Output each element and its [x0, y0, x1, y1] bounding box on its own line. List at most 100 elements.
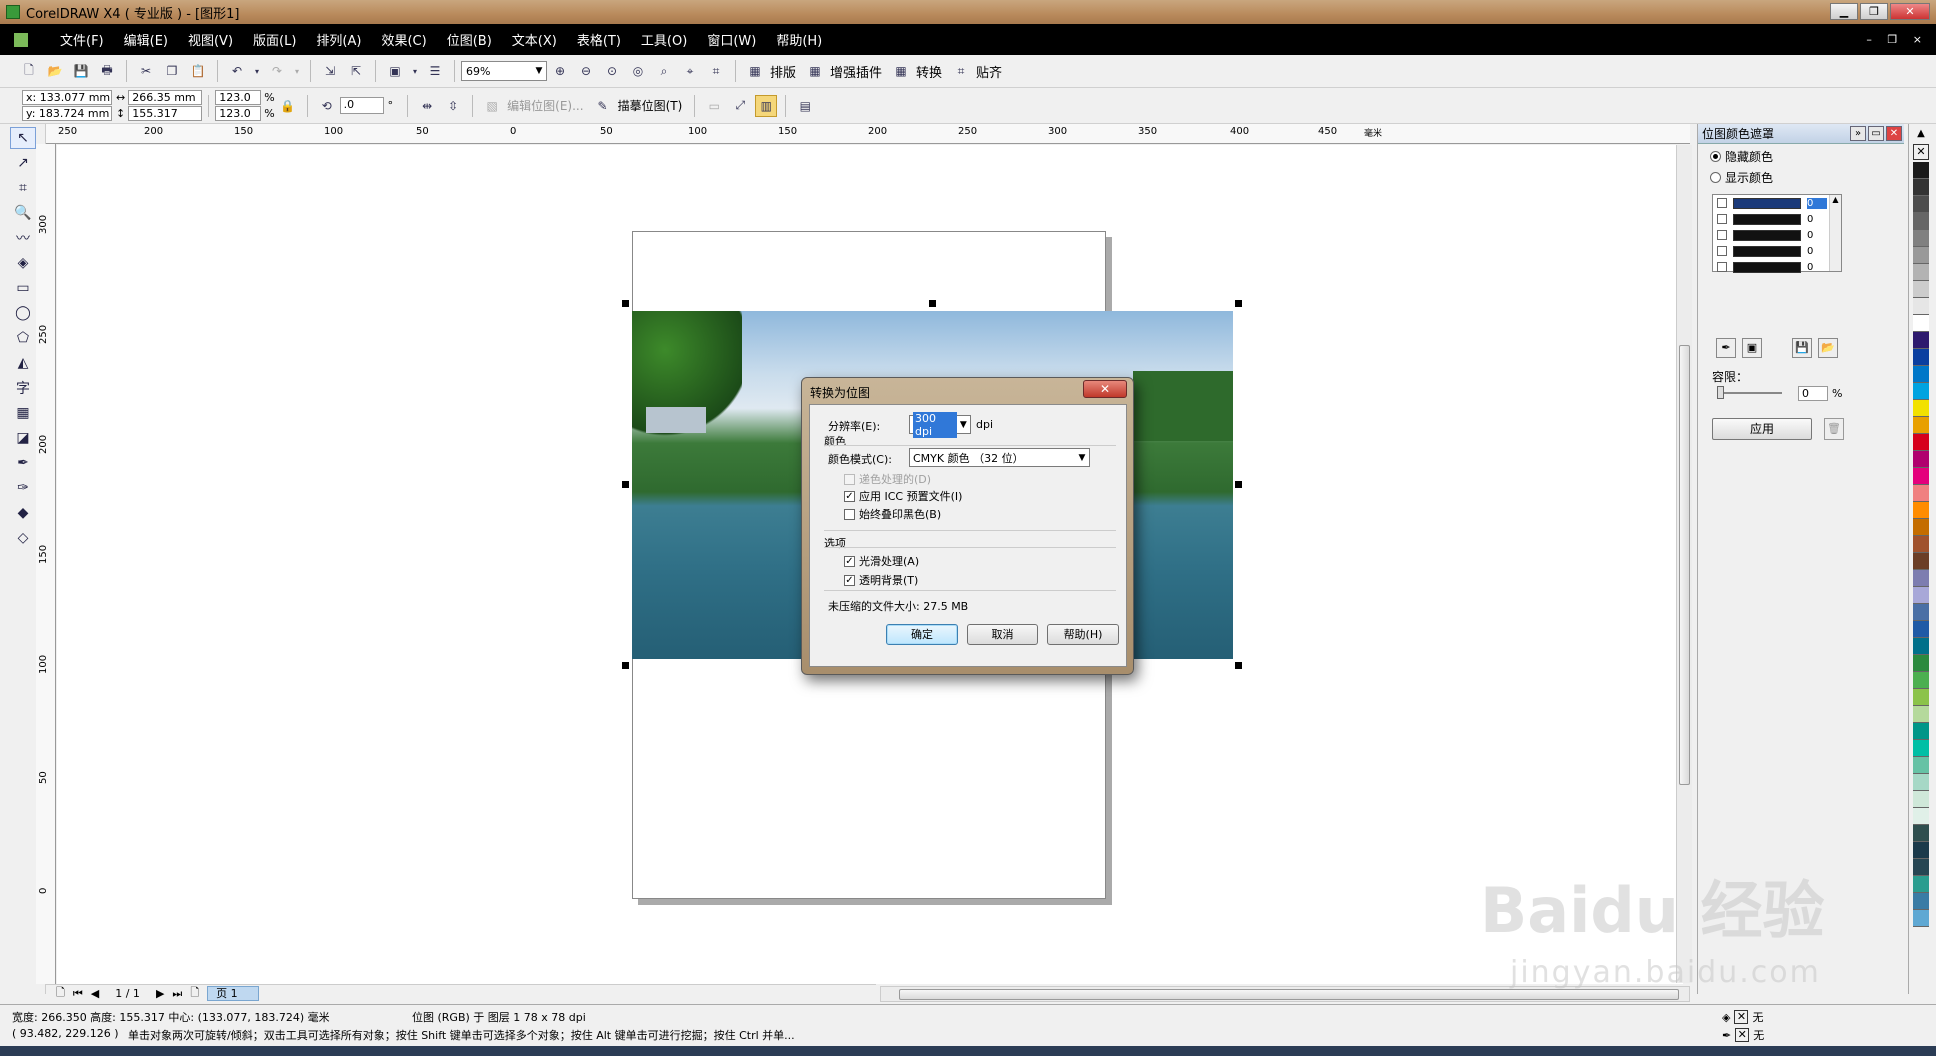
width-field[interactable]: 266.35 mm: [128, 90, 203, 105]
dither-checkbox[interactable]: 递色处理的(D): [844, 471, 931, 487]
palette-swatch[interactable]: [1913, 893, 1929, 910]
palette-swatch[interactable]: [1913, 621, 1929, 638]
docker-collapse-icon[interactable]: »: [1850, 126, 1866, 141]
palette-swatch[interactable]: [1913, 757, 1929, 774]
zoom-out-icon[interactable]: ⊖: [575, 60, 597, 82]
zoom-in-icon[interactable]: ⊕: [549, 60, 571, 82]
freehand-tool-icon[interactable]: 〰: [10, 227, 36, 249]
mirror-vertical-icon[interactable]: ⇳: [442, 95, 464, 117]
palette-swatch[interactable]: [1913, 247, 1929, 264]
palette-swatch[interactable]: [1913, 400, 1929, 417]
no-color-swatch[interactable]: ✕: [1913, 144, 1929, 160]
zoom-all-icon[interactable]: ◎: [627, 60, 649, 82]
tolerance-slider[interactable]: [1717, 386, 1782, 399]
overprint-black-checkbox[interactable]: 始终叠印黑色(B): [844, 506, 941, 522]
mask-list-scrollbar[interactable]: ▲: [1829, 195, 1841, 271]
palette-swatch[interactable]: [1913, 638, 1929, 655]
application-launcher-icon[interactable]: ▣: [384, 60, 406, 82]
mask-color-checkbox[interactable]: [1717, 198, 1727, 208]
palette-swatch[interactable]: [1913, 689, 1929, 706]
menu-window[interactable]: 窗口(W): [697, 30, 766, 49]
zoom-tool-icon[interactable]: 🔍: [10, 202, 36, 224]
color-picker-icon[interactable]: ✒: [1716, 338, 1736, 358]
palette-swatch[interactable]: [1913, 383, 1929, 400]
zoom-width-icon[interactable]: ⌖: [679, 60, 701, 82]
selection-handle[interactable]: [1235, 662, 1242, 669]
palette-swatch[interactable]: [1913, 910, 1929, 927]
export-icon[interactable]: ⇱: [345, 60, 367, 82]
mask-color-row[interactable]: 0: [1713, 243, 1841, 259]
save-mask-icon[interactable]: 💾: [1792, 338, 1812, 358]
lock-ratio-icon[interactable]: 🔒: [277, 95, 299, 117]
rotate-icon[interactable]: ⟲: [316, 95, 338, 117]
cancel-button[interactable]: 取消: [967, 624, 1038, 645]
scroll-thumb[interactable]: [1679, 345, 1690, 785]
docker-close-icon[interactable]: ✕: [1886, 126, 1902, 141]
mask-color-list[interactable]: 0 0 0 0 0 ▲: [1712, 194, 1842, 275]
snap-button[interactable]: 贴齐: [976, 62, 1002, 81]
dialog-close-button[interactable]: ✕: [1083, 380, 1127, 398]
mask-color-checkbox[interactable]: [1717, 262, 1727, 272]
palette-swatch[interactable]: [1913, 451, 1929, 468]
apply-icc-checkbox[interactable]: ✓ 应用 ICC 预置文件(I): [844, 488, 962, 504]
selection-handle[interactable]: [622, 662, 629, 669]
text-tool-icon[interactable]: 字: [10, 377, 36, 399]
mask-color-row[interactable]: 0: [1713, 227, 1841, 243]
tolerance-field[interactable]: 0: [1798, 386, 1828, 401]
palette-swatch[interactable]: [1913, 825, 1929, 842]
antialias-checkbox[interactable]: ✓ 光滑处理(A): [844, 553, 919, 569]
color-mode-select[interactable]: CMYK 颜色 （32 位） ▼: [909, 448, 1090, 467]
interactive-blend-tool-icon[interactable]: ◪: [10, 427, 36, 449]
bitmap-color-mask-icon[interactable]: ▥: [755, 94, 778, 117]
palette-swatch[interactable]: [1913, 876, 1929, 893]
palette-swatch[interactable]: [1913, 706, 1929, 723]
trace-bitmap-icon[interactable]: ✎: [592, 95, 614, 117]
slider-knob[interactable]: [1717, 386, 1724, 399]
mask-color-row[interactable]: 0: [1713, 259, 1841, 275]
palette-swatch[interactable]: [1913, 859, 1929, 876]
new-icon[interactable]: 🗋: [18, 60, 40, 82]
palette-swatch[interactable]: [1913, 417, 1929, 434]
menu-layout[interactable]: 版面(L): [243, 30, 306, 49]
edit-bitmap-button[interactable]: 编辑位图(E)...: [507, 97, 583, 114]
maximize-button[interactable]: ❐: [1860, 3, 1888, 20]
add-page-after-icon[interactable]: 🗋: [190, 984, 199, 1003]
remove-mask-icon[interactable]: 🗑: [1824, 418, 1844, 440]
last-page-icon[interactable]: ⏭: [172, 987, 182, 1001]
page-tab[interactable]: 页 1: [207, 986, 259, 1001]
palette-swatch[interactable]: [1913, 162, 1929, 179]
palette-swatch[interactable]: [1913, 842, 1929, 859]
palette-swatch[interactable]: [1913, 468, 1929, 485]
mask-color-checkbox[interactable]: [1717, 214, 1727, 224]
wrap-text-icon[interactable]: ▤: [794, 95, 816, 117]
pick-tool-icon[interactable]: ↖: [10, 127, 36, 149]
layout-button[interactable]: 排版: [770, 62, 796, 81]
vertical-scrollbar[interactable]: [1676, 145, 1692, 983]
palette-swatch[interactable]: [1913, 485, 1929, 502]
palette-swatch[interactable]: [1913, 213, 1929, 230]
launcher-dropdown-icon[interactable]: ▾: [410, 60, 420, 82]
ellipse-tool-icon[interactable]: ◯: [10, 302, 36, 324]
palette-swatch[interactable]: [1913, 434, 1929, 451]
open-mask-icon[interactable]: 📂: [1818, 338, 1838, 358]
fill-indicator[interactable]: ◈ ✕ 无: [1722, 1009, 1763, 1025]
palette-swatch[interactable]: [1913, 179, 1929, 196]
snap-icon[interactable]: ⌗: [950, 60, 972, 82]
zoom-selected-icon[interactable]: ⊙: [601, 60, 623, 82]
palette-swatch[interactable]: [1913, 264, 1929, 281]
palette-swatch[interactable]: [1913, 672, 1929, 689]
cut-icon[interactable]: ✂: [135, 60, 157, 82]
plugin-icon[interactable]: ▦: [804, 60, 826, 82]
palette-swatch[interactable]: [1913, 808, 1929, 825]
minimize-button[interactable]: ▁: [1830, 3, 1858, 20]
fill-tool-icon[interactable]: ◆: [10, 502, 36, 524]
palette-swatch[interactable]: [1913, 587, 1929, 604]
resample-icon[interactable]: ⤢: [729, 95, 751, 117]
menu-view[interactable]: 视图(V): [178, 30, 243, 49]
interactive-fill-tool-icon[interactable]: ◇: [10, 527, 36, 549]
table-tool-icon[interactable]: ▦: [10, 402, 36, 424]
menu-help[interactable]: 帮助(H): [766, 30, 832, 49]
show-color-radio[interactable]: 显示颜色: [1710, 169, 1904, 186]
menu-arrange[interactable]: 排列(A): [306, 30, 371, 49]
menu-edit[interactable]: 编辑(E): [114, 30, 178, 49]
